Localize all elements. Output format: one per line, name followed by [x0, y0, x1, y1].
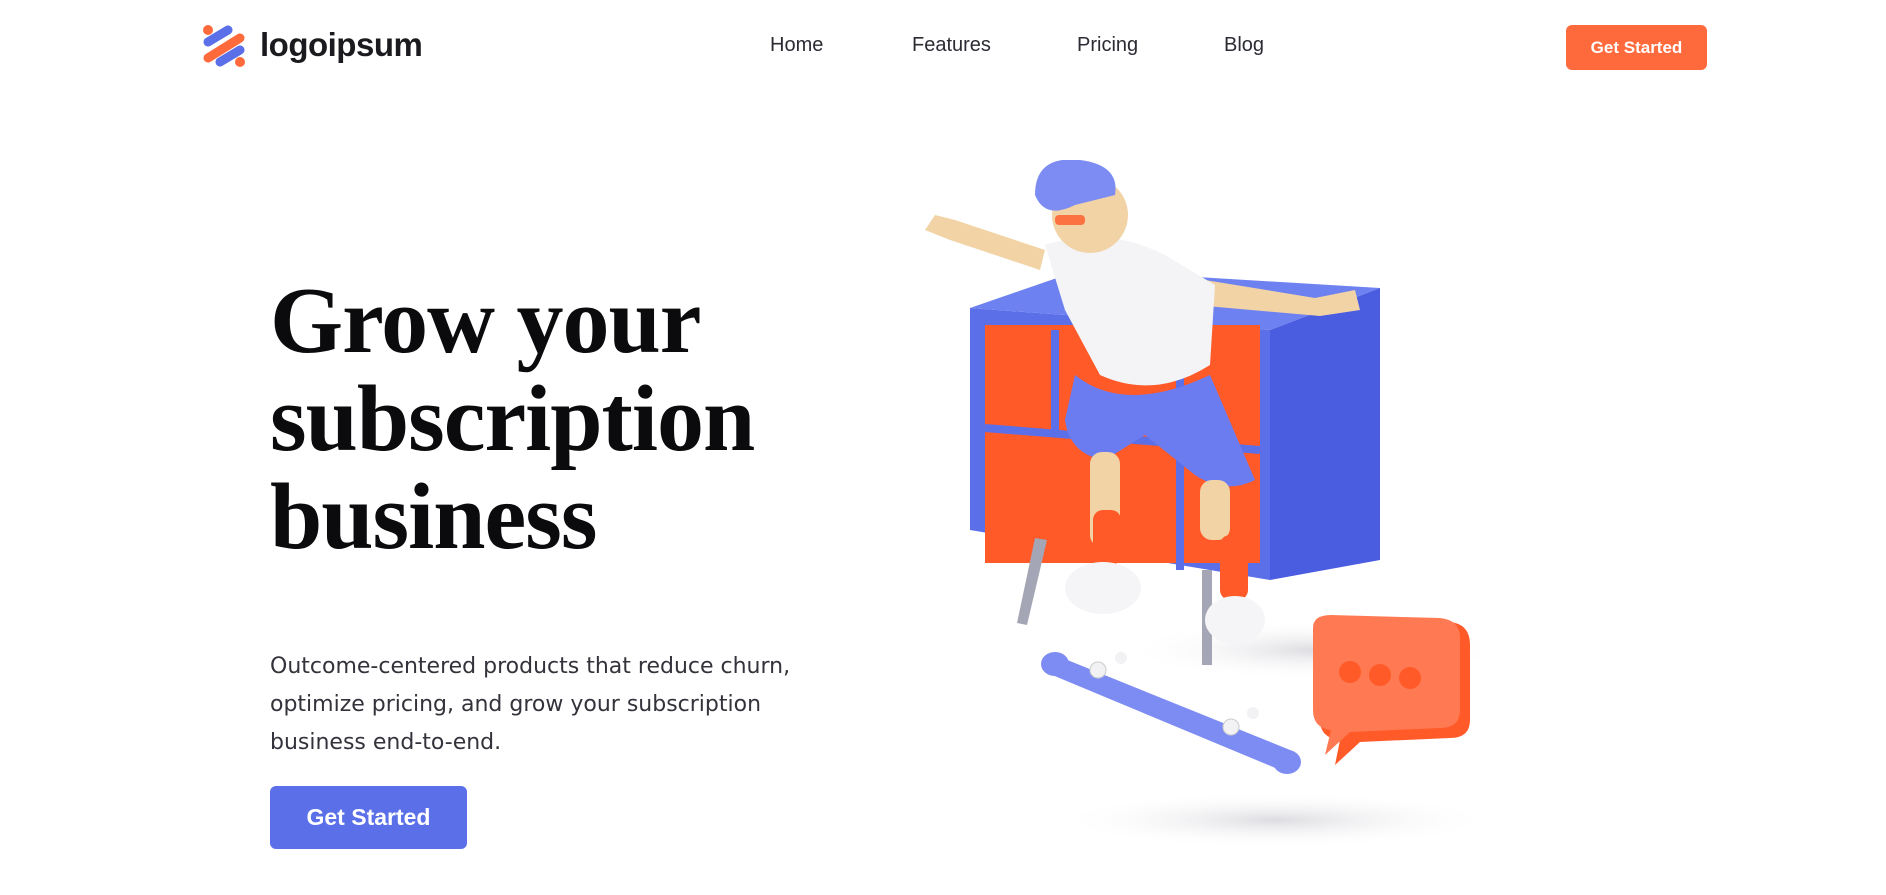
- hero-subtitle-line: optimize pricing, and grow your subscrip…: [270, 692, 762, 717]
- nav-features[interactable]: Features: [912, 34, 991, 57]
- nav-pricing[interactable]: Pricing: [1077, 34, 1138, 57]
- hero-title: Grow your subscription business: [270, 272, 830, 566]
- hero-get-started-button[interactable]: Get Started: [270, 786, 467, 849]
- hero-subtitle-line: business end-to-end.: [270, 730, 502, 755]
- speech-bubble-icon: [1313, 615, 1470, 765]
- hero-title-line: Grow your: [270, 269, 702, 373]
- nav-blog[interactable]: Blog: [1224, 34, 1264, 57]
- brand-logo[interactable]: logoipsum: [198, 20, 423, 70]
- hero-subtitle: Outcome-centered products that reduce ch…: [270, 648, 810, 762]
- floor-shadow: [1055, 792, 1495, 848]
- hero-title-line: subscription: [270, 367, 755, 471]
- hero-title-line: business: [270, 465, 597, 569]
- logo-mark-icon: [203, 25, 245, 67]
- header-get-started-button[interactable]: Get Started: [1566, 25, 1707, 70]
- hero-illustration: [925, 160, 1505, 848]
- hero-subtitle-line: Outcome-centered products that reduce ch…: [270, 654, 791, 679]
- logo-text: logoipsum: [260, 26, 423, 63]
- nav-home[interactable]: Home: [770, 34, 823, 57]
